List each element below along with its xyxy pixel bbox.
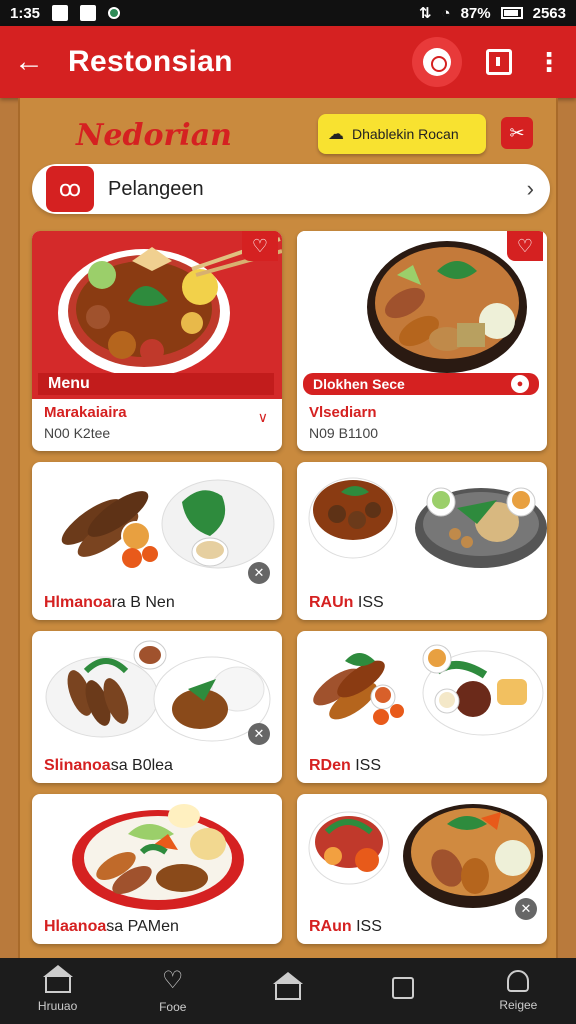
location-button[interactable] [412, 37, 462, 87]
card-tag: Menu [38, 373, 274, 395]
orders-icon [392, 977, 415, 999]
card-tag-label: Menu [48, 375, 90, 392]
notification-icon [80, 5, 97, 21]
menu-card[interactable]: ♡ Menu Marakaiaira N00 K2tee ∨ [32, 231, 282, 451]
nav-home[interactable]: Hruuao [13, 965, 103, 1013]
food-image [297, 462, 547, 580]
chevron-down-icon[interactable]: ∨ [258, 409, 268, 426]
card-title-highlight: Slinanoa [44, 757, 111, 774]
card-price: N00 K2tee [44, 425, 111, 441]
battery-icon [500, 7, 523, 19]
card-title: Hlmanoara B Nen [44, 594, 175, 612]
card-title-rest: ISS [351, 918, 382, 935]
food-image [32, 631, 282, 751]
location-icon [423, 48, 451, 76]
cart-icon[interactable] [486, 49, 512, 75]
heart-icon: ♡ [162, 967, 184, 994]
menu-card[interactable]: ♡ Dlokhen Sece ● Vlsediarn N09 B1100 [297, 231, 547, 451]
card-title-highlight: Hlmanoa [44, 594, 112, 611]
nav-label: Reigee [499, 998, 538, 1012]
card-title-highlight: RDen [309, 757, 351, 774]
close-icon[interactable]: ✕ [248, 723, 270, 745]
menu-card[interactable]: Hlaanoasa PAMen [32, 794, 282, 944]
home-icon [42, 965, 73, 993]
card-title: Hlaanoasa PAMen [44, 918, 179, 936]
close-icon[interactable]: ✕ [248, 562, 270, 584]
nav-orders[interactable] [358, 977, 448, 1005]
filter-button[interactable]: ✂ [501, 117, 533, 149]
food-image [32, 462, 282, 580]
favorite-heart-icon[interactable]: ♡ [507, 231, 543, 261]
food-image [32, 794, 282, 914]
back-arrow-icon[interactable]: ← [14, 45, 50, 79]
category-icon: ꝏ [46, 166, 94, 212]
menu-card[interactable]: ✕ Hlmanoara B Nen [32, 462, 282, 620]
menu-card[interactable]: ✕ RAun ISS [297, 794, 547, 944]
card-title-rest: sa PAMen [106, 918, 179, 935]
app-title: Restonsian [68, 45, 233, 78]
status-time: 1:35 [10, 4, 41, 22]
food-image [297, 794, 547, 914]
signal-icon: ⇅ [418, 5, 432, 22]
menu-card[interactable]: ✕ Slinanoasa B0lea [32, 631, 282, 783]
profile-icon [507, 970, 530, 992]
card-title-highlight: RAun [309, 918, 352, 935]
delivery-button-label: Dhablekin Rocan [352, 126, 459, 142]
card-title: Slinanoasa B0lea [44, 757, 173, 775]
card-title: Vlsediarn [309, 404, 377, 421]
card-title-highlight: RAUn [309, 594, 354, 611]
card-title: RAun ISS [309, 918, 382, 936]
section-title: Nedorian [76, 118, 232, 153]
nav-favorites[interactable]: ♡ Fooe [128, 967, 218, 1015]
bottom-navigation: Hruuao ♡ Fooe Reigee [0, 958, 576, 1024]
card-tag-label: Dlokhen Sece [313, 376, 405, 392]
menu-card[interactable]: RAUn ISS [297, 462, 547, 620]
nav-profile[interactable]: Reigee [473, 970, 563, 1012]
delivery-button[interactable]: ☁ Dhablekin Rocan [318, 114, 486, 154]
card-title-rest: ISS [353, 594, 384, 611]
card-title-rest: sa B0lea [110, 757, 173, 774]
card-title-rest: ra B Nen [111, 594, 175, 611]
favorite-heart-icon[interactable]: ♡ [242, 231, 278, 261]
wifi-icon: ◔ [441, 4, 451, 22]
nav-label: Hruuao [37, 999, 78, 1013]
app-bar: ← Restonsian ⋮ [0, 26, 576, 98]
status-bar: 1:35 ⇅ ◔ 87% 2563 [0, 0, 576, 26]
chevron-right-icon: › [526, 176, 534, 201]
card-title: Marakaiaira [44, 404, 127, 421]
notification-icon [52, 5, 69, 21]
card-title: RAUn ISS [309, 594, 384, 612]
status-right-value: 2563 [532, 4, 566, 22]
card-title-highlight: Hlaanoa [44, 918, 107, 935]
store-icon [272, 972, 303, 1000]
card-title-rest: ISS [350, 757, 382, 774]
card-title: RDen ISS [309, 757, 381, 775]
card-price: N09 B1100 [309, 425, 379, 441]
search-bar[interactable]: ꝏ Pelangeen › [32, 164, 550, 214]
nav-store[interactable] [243, 972, 333, 1006]
notification-icon [108, 7, 121, 19]
close-icon[interactable]: ✕ [515, 898, 537, 920]
battery-percent: 87% [460, 4, 491, 22]
chef-hat-icon: ☁ [328, 126, 344, 143]
restaurant-panel: Nedorian ☁ Dhablekin Rocan ✂ ꝏ Pelangeen… [18, 98, 558, 958]
card-tag: Dlokhen Sece ● [303, 373, 539, 395]
nav-label: Fooe [159, 1000, 187, 1014]
scissors-icon: ✂ [509, 122, 525, 143]
search-input[interactable]: Pelangeen [108, 178, 204, 201]
more-options-icon[interactable]: ⋮ [536, 49, 562, 75]
menu-card[interactable]: RDen ISS [297, 631, 547, 783]
fire-icon: ● [511, 375, 529, 393]
food-image [297, 631, 547, 751]
